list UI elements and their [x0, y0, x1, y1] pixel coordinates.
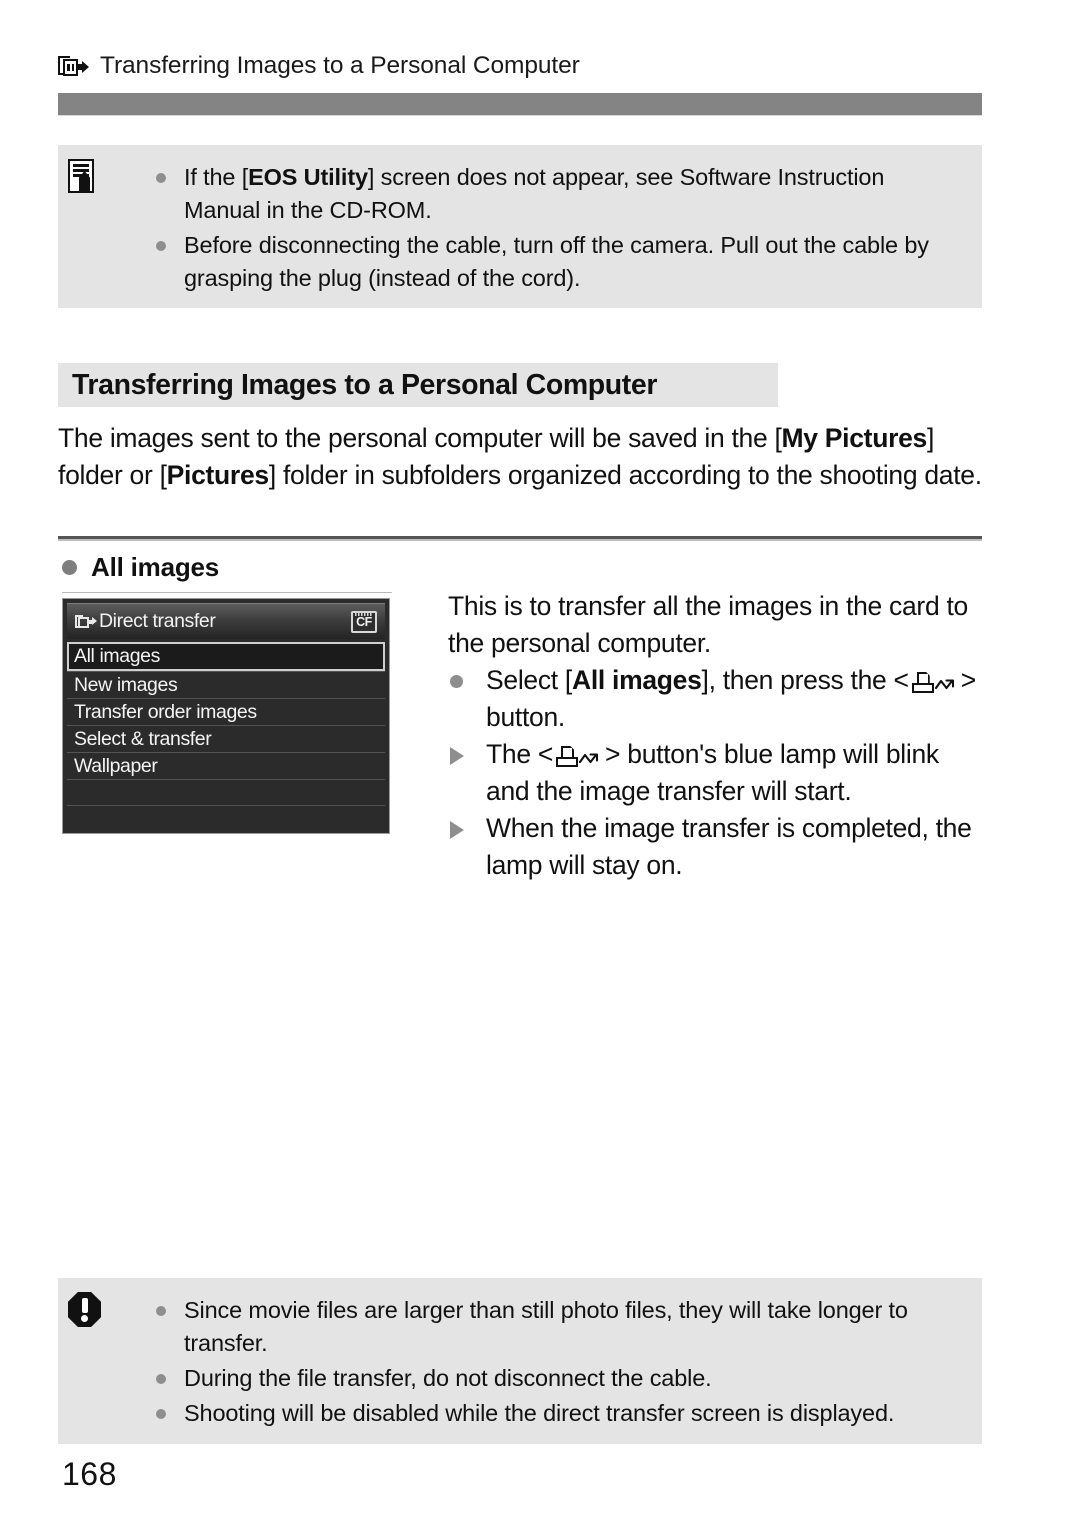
section-title-band: Transferring Images to a Personal Comput…: [58, 363, 778, 407]
note-item-text: If the [EOS Utility] screen does not app…: [184, 164, 885, 223]
subsection-heading-label: All images: [91, 552, 220, 582]
lcd-menu-item-new-images[interactable]: New images: [67, 671, 385, 698]
caution-list: Since movie files are larger than still …: [148, 1294, 964, 1432]
lcd-menu-item-wallpaper[interactable]: Wallpaper: [67, 752, 385, 779]
caution-item-text: During the file transfer, do not disconn…: [184, 1365, 712, 1391]
lcd-menu-item-empty: [67, 779, 385, 805]
note-item: Before disconnecting the cable, turn off…: [148, 229, 964, 295]
instruction-lead: This is to transfer all the images in th…: [448, 591, 968, 658]
subsection-heading: All images: [62, 552, 219, 583]
note-box: If the [EOS Utility] screen does not app…: [58, 145, 982, 308]
divider-thin: [62, 592, 392, 593]
lcd-menu-item-label: Wallpaper: [74, 754, 158, 777]
section-title: Transferring Images to a Personal Comput…: [72, 368, 658, 401]
instruction-step: The < > button's blue lamp will blink and…: [448, 736, 988, 810]
instruction-step-text: The < > button's blue lamp will blink and…: [486, 739, 939, 806]
section-intro-paragraph: The images sent to the personal computer…: [58, 423, 982, 490]
caution-icon: [68, 1292, 112, 1336]
lcd-menu-item-all-images[interactable]: All images: [67, 642, 385, 671]
lcd-menu-item-empty: [67, 805, 385, 831]
triangle-marker-icon: [450, 821, 464, 839]
lcd-menu-item-transfer-order-images[interactable]: Transfer order images: [67, 698, 385, 725]
caution-item: Since movie files are larger than still …: [148, 1294, 964, 1360]
camera-lcd-screenshot: Direct transfer CF All images New images…: [62, 598, 390, 834]
direct-transfer-icon: [75, 614, 97, 630]
note-item-text: Before disconnecting the cable, turn off…: [184, 232, 929, 291]
notes-icon: [68, 159, 112, 203]
instruction-step: Select [All images], then press the < > b…: [448, 662, 988, 736]
caution-item: Shooting will be disabled while the dire…: [148, 1397, 964, 1430]
instruction-step-text: When the image transfer is completed, th…: [486, 813, 972, 880]
bullet-icon: [62, 560, 77, 575]
lcd-header-title: Direct transfer: [99, 610, 216, 632]
bullet-icon: [156, 1374, 166, 1384]
bullet-icon: [450, 675, 463, 688]
lcd-menu-item-select-and-transfer[interactable]: Select & transfer: [67, 725, 385, 752]
bullet-icon: [156, 173, 166, 183]
note-list: If the [EOS Utility] screen does not app…: [148, 161, 964, 297]
page-number: 168: [62, 1456, 117, 1492]
caution-item-text: Since movie files are larger than still …: [184, 1297, 908, 1356]
note-item: If the [EOS Utility] screen does not app…: [148, 161, 964, 227]
print-share-button-icon: [910, 670, 960, 694]
caution-item: During the file transfer, do not disconn…: [148, 1362, 964, 1395]
instruction-steps: This is to transfer all the images in th…: [448, 588, 988, 884]
bullet-icon: [156, 241, 166, 251]
running-header-title: Transferring Images to a Personal Comput…: [100, 52, 580, 79]
lcd-header: Direct transfer CF: [67, 603, 385, 639]
manual-page: Transferring Images to a Personal Comput…: [0, 0, 1080, 1521]
bullet-icon: [156, 1409, 166, 1419]
triangle-marker-icon: [450, 747, 464, 765]
caution-item-text: Shooting will be disabled while the dire…: [184, 1400, 895, 1426]
running-header: Transferring Images to a Personal Comput…: [58, 48, 982, 84]
instruction-step-text: Select [All images], then press the < > b…: [486, 665, 976, 732]
lcd-menu-item-label: Select & transfer: [74, 727, 212, 750]
divider-thick: [58, 536, 982, 539]
cf-card-icon: CF: [351, 611, 377, 633]
header-rule-bar: [58, 93, 982, 115]
lcd-menu-item-label: New images: [74, 673, 178, 696]
lcd-menu-item-label: All images: [74, 645, 160, 667]
cf-card-label: CF: [356, 614, 372, 629]
caution-box: Since movie files are larger than still …: [58, 1278, 982, 1444]
lcd-menu-item-label: Transfer order images: [74, 700, 257, 723]
lcd-menu-list: All images New images Transfer order ima…: [67, 642, 385, 831]
bullet-icon: [156, 1306, 166, 1316]
instruction-step: When the image transfer is completed, th…: [448, 810, 988, 884]
print-share-button-icon: [554, 744, 604, 768]
direct-transfer-icon: [58, 54, 89, 79]
